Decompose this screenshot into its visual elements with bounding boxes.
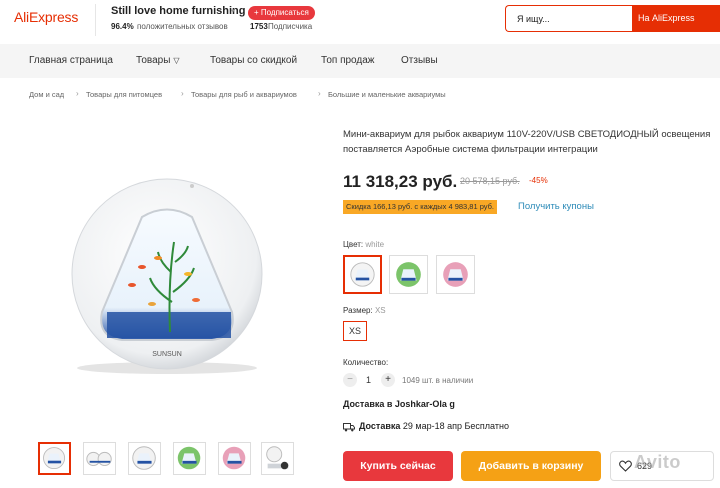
thumbnail-4[interactable] [173,442,206,475]
chevron-right-icon: › [76,89,79,98]
nav-item-label: Отзывы [401,55,438,66]
size-value: XS [374,306,386,315]
size-option-xs[interactable]: XS [343,321,367,341]
buy-now-button[interactable]: Купить сейчас [343,451,453,481]
chevron-right-icon: › [181,89,184,98]
breadcrumb-item[interactable]: Товары для питомцев [86,90,162,99]
header-divider [95,4,96,36]
color-swatch-white[interactable] [343,255,382,294]
store-rating-label: положительных отзывов [137,22,228,31]
site-header: AliExpress Still love home furnishing ▾ … [0,0,720,40]
product-page: AliExpress Still love home furnishing ▾ … [0,0,720,488]
product-price: 11 318,23 руб. [343,172,458,191]
nav-item-home[interactable]: Главная страница [29,55,113,66]
nav-item-top-sales[interactable]: Топ продаж [321,55,375,66]
color-swatch-pink[interactable] [436,255,475,294]
add-to-cart-button[interactable]: Добавить в корзину [461,451,601,481]
nav-item-label: Товары со скидкой [210,55,298,66]
thumbnail-6[interactable] [261,442,294,475]
subscribe-button[interactable]: + Подписаться [248,6,315,20]
discount-badge: -45% [529,176,548,185]
quantity-label: Количество: [343,358,389,367]
quantity-increase-button[interactable]: + [381,373,395,387]
thumbnail-2[interactable] [83,442,116,475]
color-label: Цвет: [343,240,364,249]
nav-item-label: Товары [136,55,171,66]
store-nav: Главная страница Товары ▽ Товары со скидк… [0,44,720,78]
old-price: 20 578,15 руб. [460,176,520,186]
color-value: white [365,240,385,249]
heart-icon [619,460,632,472]
thumbnail-3[interactable] [128,442,161,475]
breadcrumb-item[interactable]: Большие и маленькие аквариумы [328,90,446,99]
nav-item-label: Топ продаж [321,55,375,66]
product-title: Мини-аквариум для рыбок аквариум 110V-22… [343,129,711,155]
delivery-date: 29 мар-18 апр [402,421,462,431]
truck-icon [343,423,355,432]
store-name[interactable]: Still love home furnishing [111,5,245,17]
chevron-right-icon: › [318,89,321,98]
quantity-value[interactable]: 1 [366,375,371,385]
color-option-label: Цвет: white [343,240,384,249]
nav-item-products[interactable]: Товары ▽ [136,55,180,66]
chevron-down-icon: ▽ [173,56,180,65]
get-coupons-link[interactable]: Получить купоны [518,201,594,212]
size-label: Размер: [343,306,373,315]
stock-count: 1049 шт. в наличии [402,376,474,385]
nav-item-sale[interactable]: Товары со скидкой [210,55,297,66]
nav-item-label: Главная страница [29,55,113,66]
store-rating-percent: 96.4% [111,22,134,31]
delivery-label: Доставка [359,421,401,431]
subscribers-count: 1753 [250,22,268,31]
breadcrumb-item[interactable]: Товары для рыб и аквариумов [191,90,297,99]
subscribers-label: Подписчика [268,22,313,31]
product-main-image[interactable]: SUNSUN [62,172,272,377]
delivery-info: Доставка 29 мар-18 апр Бесплатно [359,421,509,431]
size-option-label: Размер: XS [343,306,386,315]
nav-item-reviews[interactable]: Отзывы [401,55,438,66]
cashback-badge: Скидка 166,13 руб. с каждых 4 983,81 руб… [343,200,498,214]
aliexpress-logo[interactable]: AliExpress [14,9,78,25]
quantity-decrease-button[interactable]: − [343,373,357,387]
breadcrumb-item[interactable]: Дом и сад [29,90,64,99]
chevron-down-icon[interactable]: ▾ [231,7,235,15]
watermark: Avito [634,452,681,472]
thumbnail-1[interactable] [38,442,71,475]
delivery-price: Бесплатно [464,421,509,431]
color-swatch-green[interactable] [389,255,428,294]
search-input[interactable] [505,5,632,32]
search-button[interactable]: На AliExpress [632,5,720,32]
thumbnail-5[interactable] [218,442,251,475]
ship-to-location[interactable]: Доставка в Joshkar-Ola g [343,399,455,409]
brand-label: SUNSUN [152,351,182,358]
